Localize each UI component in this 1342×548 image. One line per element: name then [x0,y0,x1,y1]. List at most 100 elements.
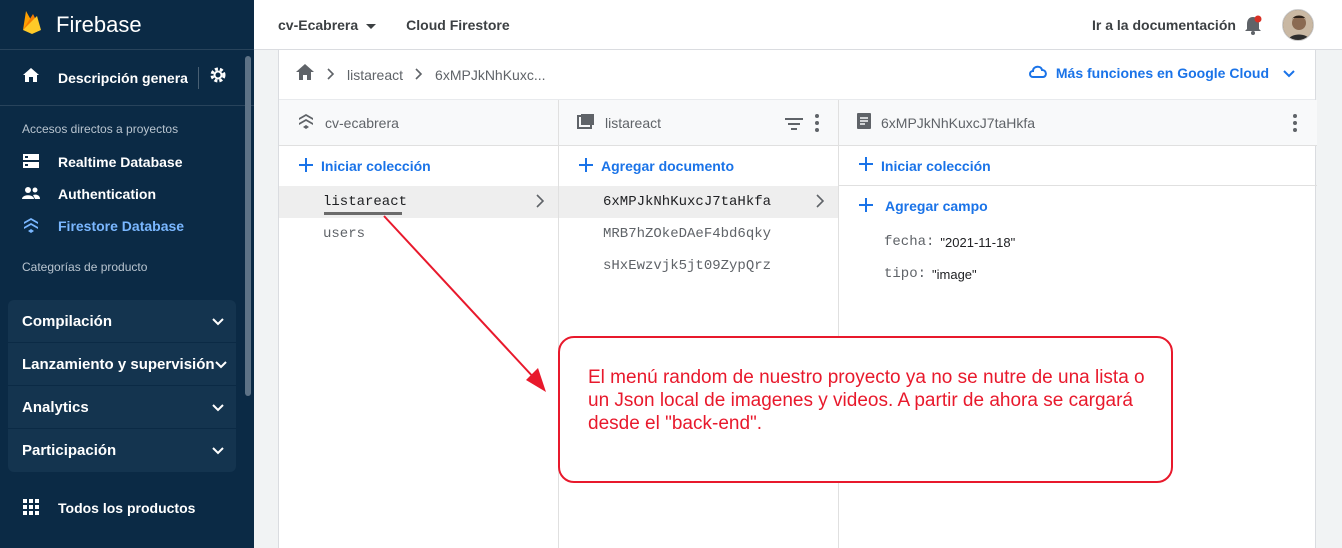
document-field[interactable]: fecha: "2021-11-18" [839,226,1317,258]
start-collection-button[interactable]: Iniciar colección [279,146,558,186]
divider [198,66,199,89]
category-list: Compilación Lanzamiento y supervisión An… [8,300,236,472]
dropdown-arrow-icon [366,17,377,33]
list-item[interactable]: listareact [279,186,558,218]
sidebar-item-label: Authentication [58,186,156,202]
chevron-down-icon [212,313,224,330]
breadcrumb-item[interactable]: 6xMPJkNhKuxc... [435,67,545,83]
sidebar: Firebase Descripción genera... Accesos d… [0,0,254,548]
chevron-right-icon [327,67,335,83]
categories-title: Categorías de producto [22,260,148,274]
field-key: fecha: [884,234,935,250]
column-header: cv-ecabrera [279,100,558,146]
shortcuts-title: Accesos directos a proyectos [22,122,179,136]
category-release-monitor[interactable]: Lanzamiento y supervisión [8,343,236,386]
category-analytics[interactable]: Analytics [8,386,236,429]
plus-icon [299,157,313,175]
chevron-right-icon [816,194,825,213]
chevron-down-icon [212,399,224,416]
category-label: Analytics [22,398,89,416]
annotation-text: El menú random de nuestro proyecto ya no… [588,367,1145,434]
add-document-button[interactable]: Agregar documento [559,146,838,186]
filter-icon[interactable] [785,117,803,133]
home-icon[interactable] [295,63,315,86]
action-label: Agregar campo [885,198,988,214]
collection-name: listareact [323,194,408,210]
sidebar-item-label: Firestore Database [58,218,185,234]
sidebar-item-firestore-database[interactable]: Firestore Database [0,210,254,242]
more-vert-icon[interactable] [1293,114,1297,135]
sidebar-scrollbar[interactable] [245,56,251,396]
sidebar-item-realtime-database[interactable]: Realtime Database [0,146,254,178]
all-products-label: Todos los productos [58,500,196,516]
people-icon [22,186,40,203]
collection-name: users [323,226,366,242]
cloud-icon [1028,64,1048,81]
chevron-down-icon [214,356,227,373]
firestore-icon [22,216,40,237]
chevron-right-icon [536,194,545,213]
document-id: 6xMPJkNhKuxcJ7taHkfa [603,194,772,210]
category-engage[interactable]: Participación [8,429,236,472]
category-label: Compilación [22,312,113,330]
document-icon [857,113,871,132]
brand-row[interactable]: Firebase [0,0,254,50]
notifications-bell-icon[interactable] [1244,15,1262,40]
chevron-down-icon [1283,65,1295,81]
category-label: Lanzamiento y supervisión [22,355,215,373]
add-field-button[interactable]: Agregar campo [839,186,1317,226]
more-vert-icon[interactable] [815,114,819,135]
google-cloud-link[interactable]: Más funciones en Google Cloud [1028,64,1295,81]
category-label: Participación [22,442,117,459]
project-overview[interactable]: Descripción genera... [0,50,254,106]
all-products-button[interactable]: Todos los productos [0,490,195,526]
gear-icon[interactable] [209,66,227,89]
field-value: "2021-11-18" [940,234,1016,250]
google-cloud-label: Más funciones en Google Cloud [1055,64,1269,81]
start-collection-button[interactable]: Iniciar colección [839,146,1317,186]
database-icon [22,153,40,172]
field-value: "image" [932,266,977,282]
project-name: cv-Ecabrera [278,16,359,33]
list-item[interactable]: 6xMPJkNhKuxcJ7taHkfa [559,186,838,218]
project-selector[interactable]: cv-Ecabrera [278,16,377,33]
action-label: Iniciar colección [881,157,991,174]
breadcrumb-item[interactable]: listareact [347,67,403,83]
column-header: 6xMPJkNhKuxcJ7taHkfa [839,100,1317,146]
home-icon [22,67,40,88]
chevron-right-icon [415,67,423,83]
field-key: tipo: [884,266,927,282]
document-id: MRB7hZOkeDAeF4bd6qky [603,226,772,242]
sidebar-item-label: Realtime Database [58,154,183,170]
action-label: Agregar documento [601,158,735,174]
plus-icon [859,157,873,174]
firestore-icon [297,112,315,133]
list-item[interactable]: sHxEwzvjk5jt09ZypQrz [559,250,838,282]
breadcrumb: listareact 6xMPJkNhKuxc... Más funciones… [279,50,1315,100]
product-name: Cloud Firestore [406,16,510,33]
annotation-callout: El menú random de nuestro proyecto ya no… [558,336,1173,483]
highlight-underline [324,212,402,215]
collection-icon [577,113,595,132]
overview-label: Descripción genera... [58,69,188,86]
docs-link[interactable]: Ir a la documentación [1092,17,1236,33]
category-build[interactable]: Compilación [8,300,236,343]
brand-name: Firebase [56,11,142,37]
list-item[interactable]: MRB7hZOkeDAeF4bd6qky [559,218,838,250]
sidebar-item-authentication[interactable]: Authentication [0,178,254,210]
chevron-down-icon [212,442,224,459]
action-label: Iniciar colección [321,158,431,174]
top-bar: cv-Ecabrera Cloud Firestore Ir a la docu… [254,0,1342,50]
root-column: cv-ecabrera Iniciar colección listareact… [279,100,559,548]
document-field[interactable]: tipo: "image" [839,258,1317,290]
apps-grid-icon [22,498,40,519]
plus-icon [859,197,873,215]
avatar[interactable] [1282,9,1314,41]
column-title: listareact [605,114,662,131]
column-header: listareact [559,100,838,146]
plus-icon [579,157,593,175]
firebase-logo-icon [22,9,42,40]
column-title: cv-ecabrera [325,114,399,131]
column-title: 6xMPJkNhKuxcJ7taHkfa [881,114,1036,131]
list-item[interactable]: users [279,218,558,250]
